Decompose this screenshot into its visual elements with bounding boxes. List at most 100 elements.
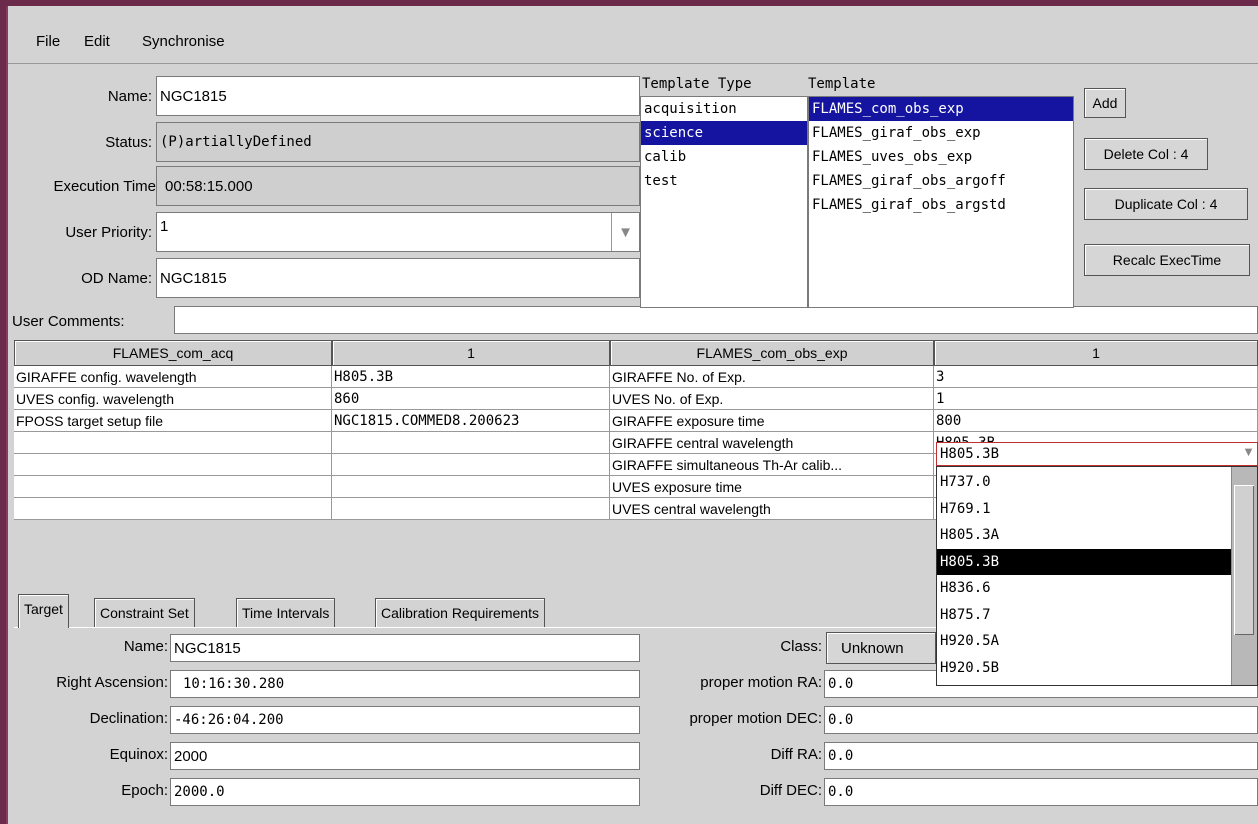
- central-wavelength-editor[interactable]: H805.3B ▼: [936, 442, 1258, 466]
- table-cell[interactable]: UVES config. wavelength: [14, 388, 332, 410]
- table-cell[interactable]: GIRAFFE config. wavelength: [14, 366, 332, 388]
- dropdown-option[interactable]: H769.1: [937, 496, 1231, 523]
- proper-motion-dec-field[interactable]: 0.0: [824, 706, 1258, 734]
- table-header[interactable]: FLAMES_com_obs_exp: [610, 340, 934, 366]
- table-cell[interactable]: H805.3B: [332, 366, 610, 388]
- name-label: Name:: [107, 88, 152, 105]
- add-button[interactable]: Add: [1084, 88, 1126, 118]
- table-cell[interactable]: 860: [332, 388, 610, 410]
- dropdown-option[interactable]: H805.3A: [937, 522, 1231, 549]
- tab-calibration-requirements[interactable]: Calibration Requirements: [375, 598, 545, 628]
- template-list[interactable]: FLAMES_com_obs_exp FLAMES_giraf_obs_exp …: [808, 96, 1074, 308]
- scrollbar-thumb[interactable]: [1234, 485, 1254, 635]
- template-item[interactable]: FLAMES_giraf_obs_argoff: [809, 169, 1073, 193]
- table-cell[interactable]: UVES central wavelength: [610, 498, 934, 520]
- status-field: (P)artiallyDefined: [156, 122, 640, 162]
- table-cell[interactable]: GIRAFFE central wavelength: [610, 432, 934, 454]
- tab-time-intervals[interactable]: Time Intervals: [236, 598, 336, 628]
- target-name-field[interactable]: NGC1815: [170, 634, 640, 662]
- name-field[interactable]: NGC1815: [156, 76, 640, 116]
- table-cell[interactable]: [332, 476, 610, 498]
- menu-synchronise[interactable]: Synchronise: [142, 33, 225, 50]
- template-item[interactable]: FLAMES_uves_obs_exp: [809, 145, 1073, 169]
- proper-motion-dec-label: proper motion DEC:: [689, 710, 822, 727]
- execution-time-field: 00:58:15.000: [156, 166, 640, 206]
- template-type-list[interactable]: acquisition science calib test: [640, 96, 808, 308]
- recalc-exectime-button[interactable]: Recalc ExecTime: [1084, 244, 1250, 276]
- table-cell[interactable]: GIRAFFE exposure time: [610, 410, 934, 432]
- table-cell[interactable]: [14, 498, 332, 520]
- table-cell[interactable]: 1: [934, 388, 1258, 410]
- template-type-item[interactable]: science: [641, 121, 807, 145]
- template-type-item[interactable]: calib: [641, 145, 807, 169]
- application-window: File Edit Synchronise Name: NGC1815 Stat…: [6, 6, 1258, 824]
- od-name-field[interactable]: NGC1815: [156, 258, 640, 298]
- diff-ra-field[interactable]: 0.0: [824, 742, 1258, 770]
- central-wavelength-value: H805.3B: [940, 446, 1000, 462]
- class-select[interactable]: Unknown: [826, 632, 936, 664]
- wavelength-dropdown-popup[interactable]: H737.0 H769.1 H805.3A H805.3B H836.6 H875.7 H9…: [936, 466, 1258, 686]
- class-value: Unknown: [841, 639, 904, 657]
- user-priority-select[interactable]: 1 ▼: [156, 212, 640, 252]
- target-name-value: NGC1815: [174, 639, 241, 657]
- tab-target[interactable]: Target: [18, 594, 69, 628]
- od-name-label: OD Name:: [81, 270, 152, 287]
- dropdown-option[interactable]: H737.0: [937, 469, 1231, 496]
- user-priority-label: User Priority:: [65, 224, 152, 241]
- dropdown-option[interactable]: H805.3B: [937, 548, 1231, 575]
- dropdown-option[interactable]: H875.7: [937, 602, 1231, 629]
- template-item[interactable]: FLAMES_giraf_obs_exp: [809, 121, 1073, 145]
- diff-dec-value: 0.0: [828, 784, 854, 800]
- wavelength-options: H737.0 H769.1 H805.3A H805.3B H836.6 H875.7 H9…: [937, 469, 1231, 681]
- equinox-value: 2000: [174, 747, 208, 765]
- dropdown-arrow-icon[interactable]: ▼: [611, 213, 639, 251]
- class-label: Class:: [780, 638, 822, 655]
- template-type-title: Template Type: [642, 76, 752, 92]
- table-cell[interactable]: [14, 432, 332, 454]
- delete-col-button[interactable]: Delete Col : 4: [1084, 138, 1208, 170]
- duplicate-col-button[interactable]: Duplicate Col : 4: [1084, 188, 1248, 220]
- template-type-item[interactable]: test: [641, 169, 807, 193]
- table-cell[interactable]: [332, 432, 610, 454]
- table-cell[interactable]: GIRAFFE No. of Exp.: [610, 366, 934, 388]
- dropdown-scrollbar[interactable]: [1231, 467, 1257, 685]
- dropdown-option[interactable]: H920.5B: [937, 655, 1231, 682]
- chevron-down-icon[interactable]: ▼: [1242, 444, 1255, 459]
- dropdown-option[interactable]: H920.5A: [937, 628, 1231, 655]
- menu-file[interactable]: File: [36, 33, 60, 50]
- table-cell[interactable]: [14, 476, 332, 498]
- dropdown-option[interactable]: H836.6: [937, 575, 1231, 602]
- declination-label: Declination:: [89, 710, 168, 727]
- table-cell[interactable]: UVES No. of Exp.: [610, 388, 934, 410]
- user-comments-field[interactable]: [174, 306, 1258, 334]
- table-cell[interactable]: [332, 498, 610, 520]
- menu-edit[interactable]: Edit: [84, 33, 110, 50]
- epoch-field[interactable]: 2000.0: [170, 778, 640, 806]
- equinox-label: Equinox:: [109, 746, 168, 763]
- diff-ra-label: Diff RA:: [770, 746, 822, 763]
- table-header[interactable]: 1: [332, 340, 610, 366]
- tab-constraint-set[interactable]: Constraint Set: [94, 598, 195, 628]
- table-cell[interactable]: FPOSS target setup file: [14, 410, 332, 432]
- equinox-field[interactable]: 2000: [170, 742, 640, 770]
- table-cell[interactable]: [14, 454, 332, 476]
- template-type-item[interactable]: acquisition: [641, 97, 807, 121]
- table-cell[interactable]: NGC1815.COMMED8.200623: [332, 410, 610, 432]
- name-value: NGC1815: [160, 87, 227, 105]
- template-item[interactable]: FLAMES_giraf_obs_argstd: [809, 193, 1073, 217]
- target-name-label: Name:: [123, 638, 168, 655]
- template-item[interactable]: FLAMES_com_obs_exp: [809, 97, 1073, 121]
- status-value: (P)artiallyDefined: [160, 134, 312, 150]
- table-header[interactable]: 1: [934, 340, 1258, 366]
- table-cell[interactable]: 800: [934, 410, 1258, 432]
- table-cell[interactable]: [332, 454, 610, 476]
- table-header[interactable]: FLAMES_com_acq: [14, 340, 332, 366]
- diff-dec-field[interactable]: 0.0: [824, 778, 1258, 806]
- declination-field[interactable]: -46:26:04.200: [170, 706, 640, 734]
- table-cell[interactable]: GIRAFFE simultaneous Th-Ar calib...: [610, 454, 934, 476]
- right-ascension-value: 10:16:30.280: [183, 676, 285, 692]
- table-cell[interactable]: UVES exposure time: [610, 476, 934, 498]
- table-cell[interactable]: 3: [934, 366, 1258, 388]
- right-ascension-field[interactable]: 10:16:30.280: [170, 670, 640, 698]
- execution-time-value: 00:58:15.000: [165, 177, 253, 195]
